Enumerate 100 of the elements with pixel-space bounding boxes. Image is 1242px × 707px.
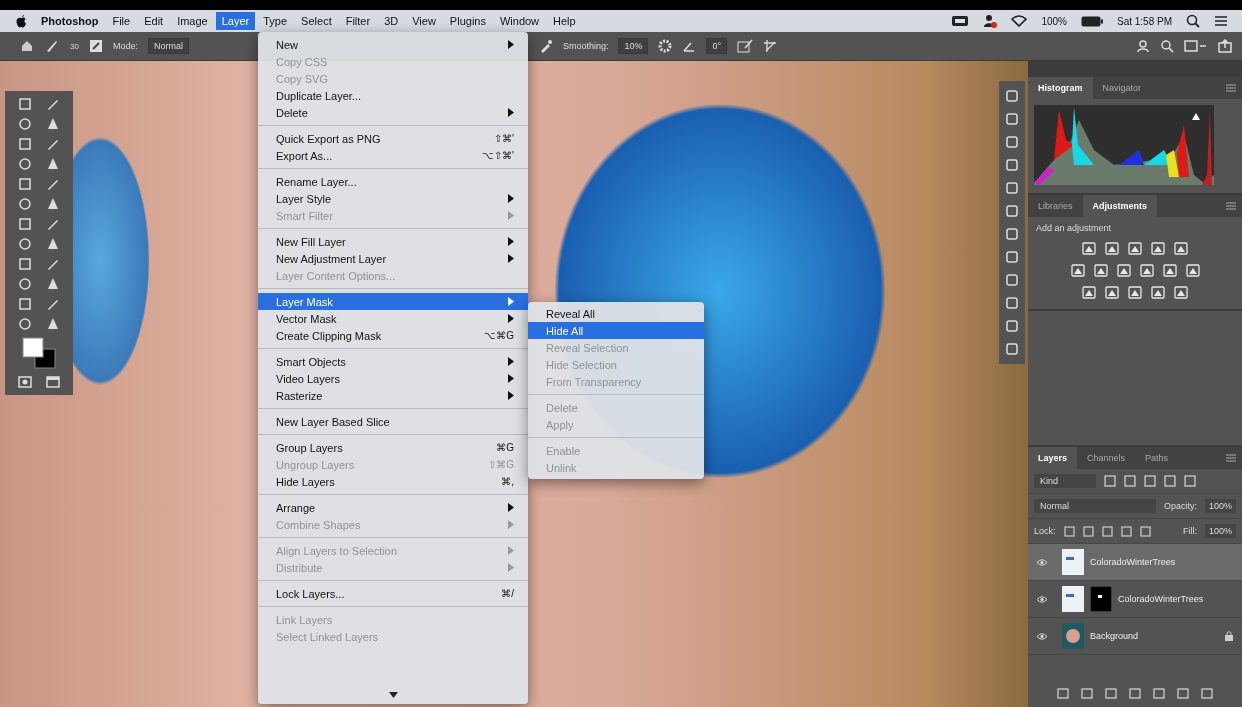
app-menu[interactable]: Photoshop <box>41 15 99 27</box>
filter-icon[interactable] <box>1124 475 1136 487</box>
menu-item[interactable]: Vector Mask <box>258 310 528 327</box>
visibility-eye-icon[interactable] <box>1036 594 1048 604</box>
tool-icon[interactable] <box>46 277 60 291</box>
tool-icon[interactable] <box>46 197 60 211</box>
blend-mode-dropdown[interactable]: Normal <box>1034 499 1156 513</box>
menu-bar-item[interactable]: View <box>406 12 442 30</box>
lock-option-icon[interactable] <box>1101 525 1113 537</box>
menu-item[interactable]: Layer Mask <box>258 293 528 310</box>
menu-bar-item[interactable]: 3D <box>378 12 405 30</box>
panel-tab[interactable]: Libraries <box>1028 195 1083 217</box>
menu-item[interactable]: Arrange <box>258 499 528 516</box>
panel-tab[interactable]: Adjustments <box>1082 195 1158 217</box>
layer-action-icon[interactable] <box>1081 687 1093 699</box>
menu-item[interactable]: Group Layers ⌘G <box>258 439 528 456</box>
menu-bar-item[interactable]: Select <box>295 12 338 30</box>
tool-icon[interactable] <box>18 257 32 271</box>
adjustment-icon[interactable] <box>1128 242 1142 255</box>
menu-bar-item[interactable]: Help <box>547 12 582 30</box>
user-icon[interactable] <box>983 14 998 28</box>
menu-item[interactable]: New Adjustment Layer <box>258 250 528 267</box>
brush-panel-icon[interactable] <box>88 39 103 53</box>
angle-field[interactable]: 0° <box>706 38 728 54</box>
panel-icon[interactable] <box>1005 158 1019 172</box>
tool-icon[interactable] <box>18 97 32 111</box>
adjustment-icon[interactable] <box>1174 286 1188 299</box>
wifi-icon[interactable] <box>1011 15 1028 27</box>
workspace-icon[interactable] <box>1184 39 1208 53</box>
tool-icon[interactable] <box>18 177 32 191</box>
tool-icon[interactable] <box>18 297 32 311</box>
tool-icon[interactable] <box>46 97 60 111</box>
menu-item[interactable]: Export As... ⌥⇧⌘' <box>258 147 528 164</box>
adjustment-icon[interactable] <box>1105 242 1119 255</box>
fill-field[interactable]: 100% <box>1204 524 1236 538</box>
layer-action-icon[interactable] <box>1105 687 1117 699</box>
filter-icon[interactable] <box>1104 475 1116 487</box>
tool-icon[interactable] <box>18 317 32 331</box>
filter-icon[interactable] <box>1184 475 1196 487</box>
adjustment-icon[interactable] <box>1162 264 1177 277</box>
adjustment-icon[interactable] <box>1116 264 1131 277</box>
menu-item[interactable]: Hide Layers ⌘, <box>258 473 528 490</box>
tool-icon[interactable] <box>18 137 32 151</box>
menu-item[interactable]: Reveal All <box>528 305 704 322</box>
clock[interactable]: Sat 1:58 PM <box>1116 15 1172 27</box>
panel-tab[interactable]: Paths <box>1135 447 1179 469</box>
quick-mask-icon[interactable] <box>18 375 32 389</box>
panel-icon[interactable] <box>1005 135 1019 149</box>
tool-icon[interactable] <box>46 257 60 271</box>
menu-bar-item[interactable]: Image <box>171 12 214 30</box>
user-icon[interactable] <box>1136 39 1150 53</box>
tool-icon[interactable] <box>18 277 32 291</box>
adjustment-icon[interactable] <box>1105 286 1119 299</box>
search-icon[interactable] <box>1160 39 1174 53</box>
search-icon[interactable] <box>1186 14 1200 28</box>
menu-item[interactable]: Rasterize <box>258 387 528 404</box>
visibility-eye-icon[interactable] <box>1036 557 1048 567</box>
pressure-icon[interactable] <box>737 39 754 53</box>
panel-icon[interactable] <box>1005 204 1019 218</box>
tool-icon[interactable] <box>18 157 32 171</box>
lock-option-icon[interactable] <box>1082 525 1094 537</box>
adjustment-icon[interactable] <box>1070 264 1085 277</box>
menu-bar-item[interactable]: File <box>106 12 137 30</box>
panel-tab[interactable]: Channels <box>1077 447 1136 469</box>
adjustment-icon[interactable] <box>1151 242 1165 255</box>
tool-icon[interactable] <box>46 297 60 311</box>
lock-option-icon[interactable] <box>1063 525 1075 537</box>
gear-icon[interactable] <box>658 39 673 53</box>
menu-bar-item[interactable]: Window <box>493 12 546 30</box>
panel-tab[interactable]: Histogram <box>1028 77 1093 99</box>
layer-action-icon[interactable] <box>1177 687 1189 699</box>
panel-icon[interactable] <box>1005 342 1019 356</box>
layer-row[interactable]: ColoradoWinterTrees <box>1028 581 1242 618</box>
lock-option-icon[interactable] <box>1139 525 1151 537</box>
adjustment-icon[interactable] <box>1185 264 1200 277</box>
panel-icon[interactable] <box>1005 296 1019 310</box>
visibility-eye-icon[interactable] <box>1036 631 1048 641</box>
layer-row[interactable]: Background <box>1028 618 1242 655</box>
panel-icon[interactable] <box>1005 319 1019 333</box>
filter-icon[interactable] <box>1164 475 1176 487</box>
adjustment-icon[interactable] <box>1093 264 1108 277</box>
brush-size[interactable]: 30 <box>70 41 79 51</box>
apple-logo-icon[interactable] <box>16 14 27 28</box>
tool-icon[interactable] <box>46 177 60 191</box>
menu-item[interactable]: Duplicate Layer... <box>258 87 528 104</box>
panel-tab[interactable]: Layers <box>1028 447 1078 469</box>
share-icon[interactable] <box>1218 39 1232 53</box>
panel-tab[interactable]: Navigator <box>1092 77 1152 99</box>
menu-bar-item[interactable]: Type <box>257 12 294 30</box>
symmetry-icon[interactable] <box>763 39 778 53</box>
panel-icon[interactable] <box>1005 112 1019 126</box>
menu-item[interactable]: New Layer Based Slice <box>258 413 528 430</box>
menu-item[interactable]: New <box>258 36 528 53</box>
opacity-field[interactable]: 100% <box>1204 499 1236 513</box>
tool-icon[interactable] <box>46 237 60 251</box>
menu-item[interactable]: Rename Layer... <box>258 173 528 190</box>
menu-item[interactable]: Hide All <box>528 322 704 339</box>
lock-option-icon[interactable] <box>1120 525 1132 537</box>
menu-icon[interactable] <box>1214 15 1228 27</box>
tool-icon[interactable] <box>46 137 60 151</box>
